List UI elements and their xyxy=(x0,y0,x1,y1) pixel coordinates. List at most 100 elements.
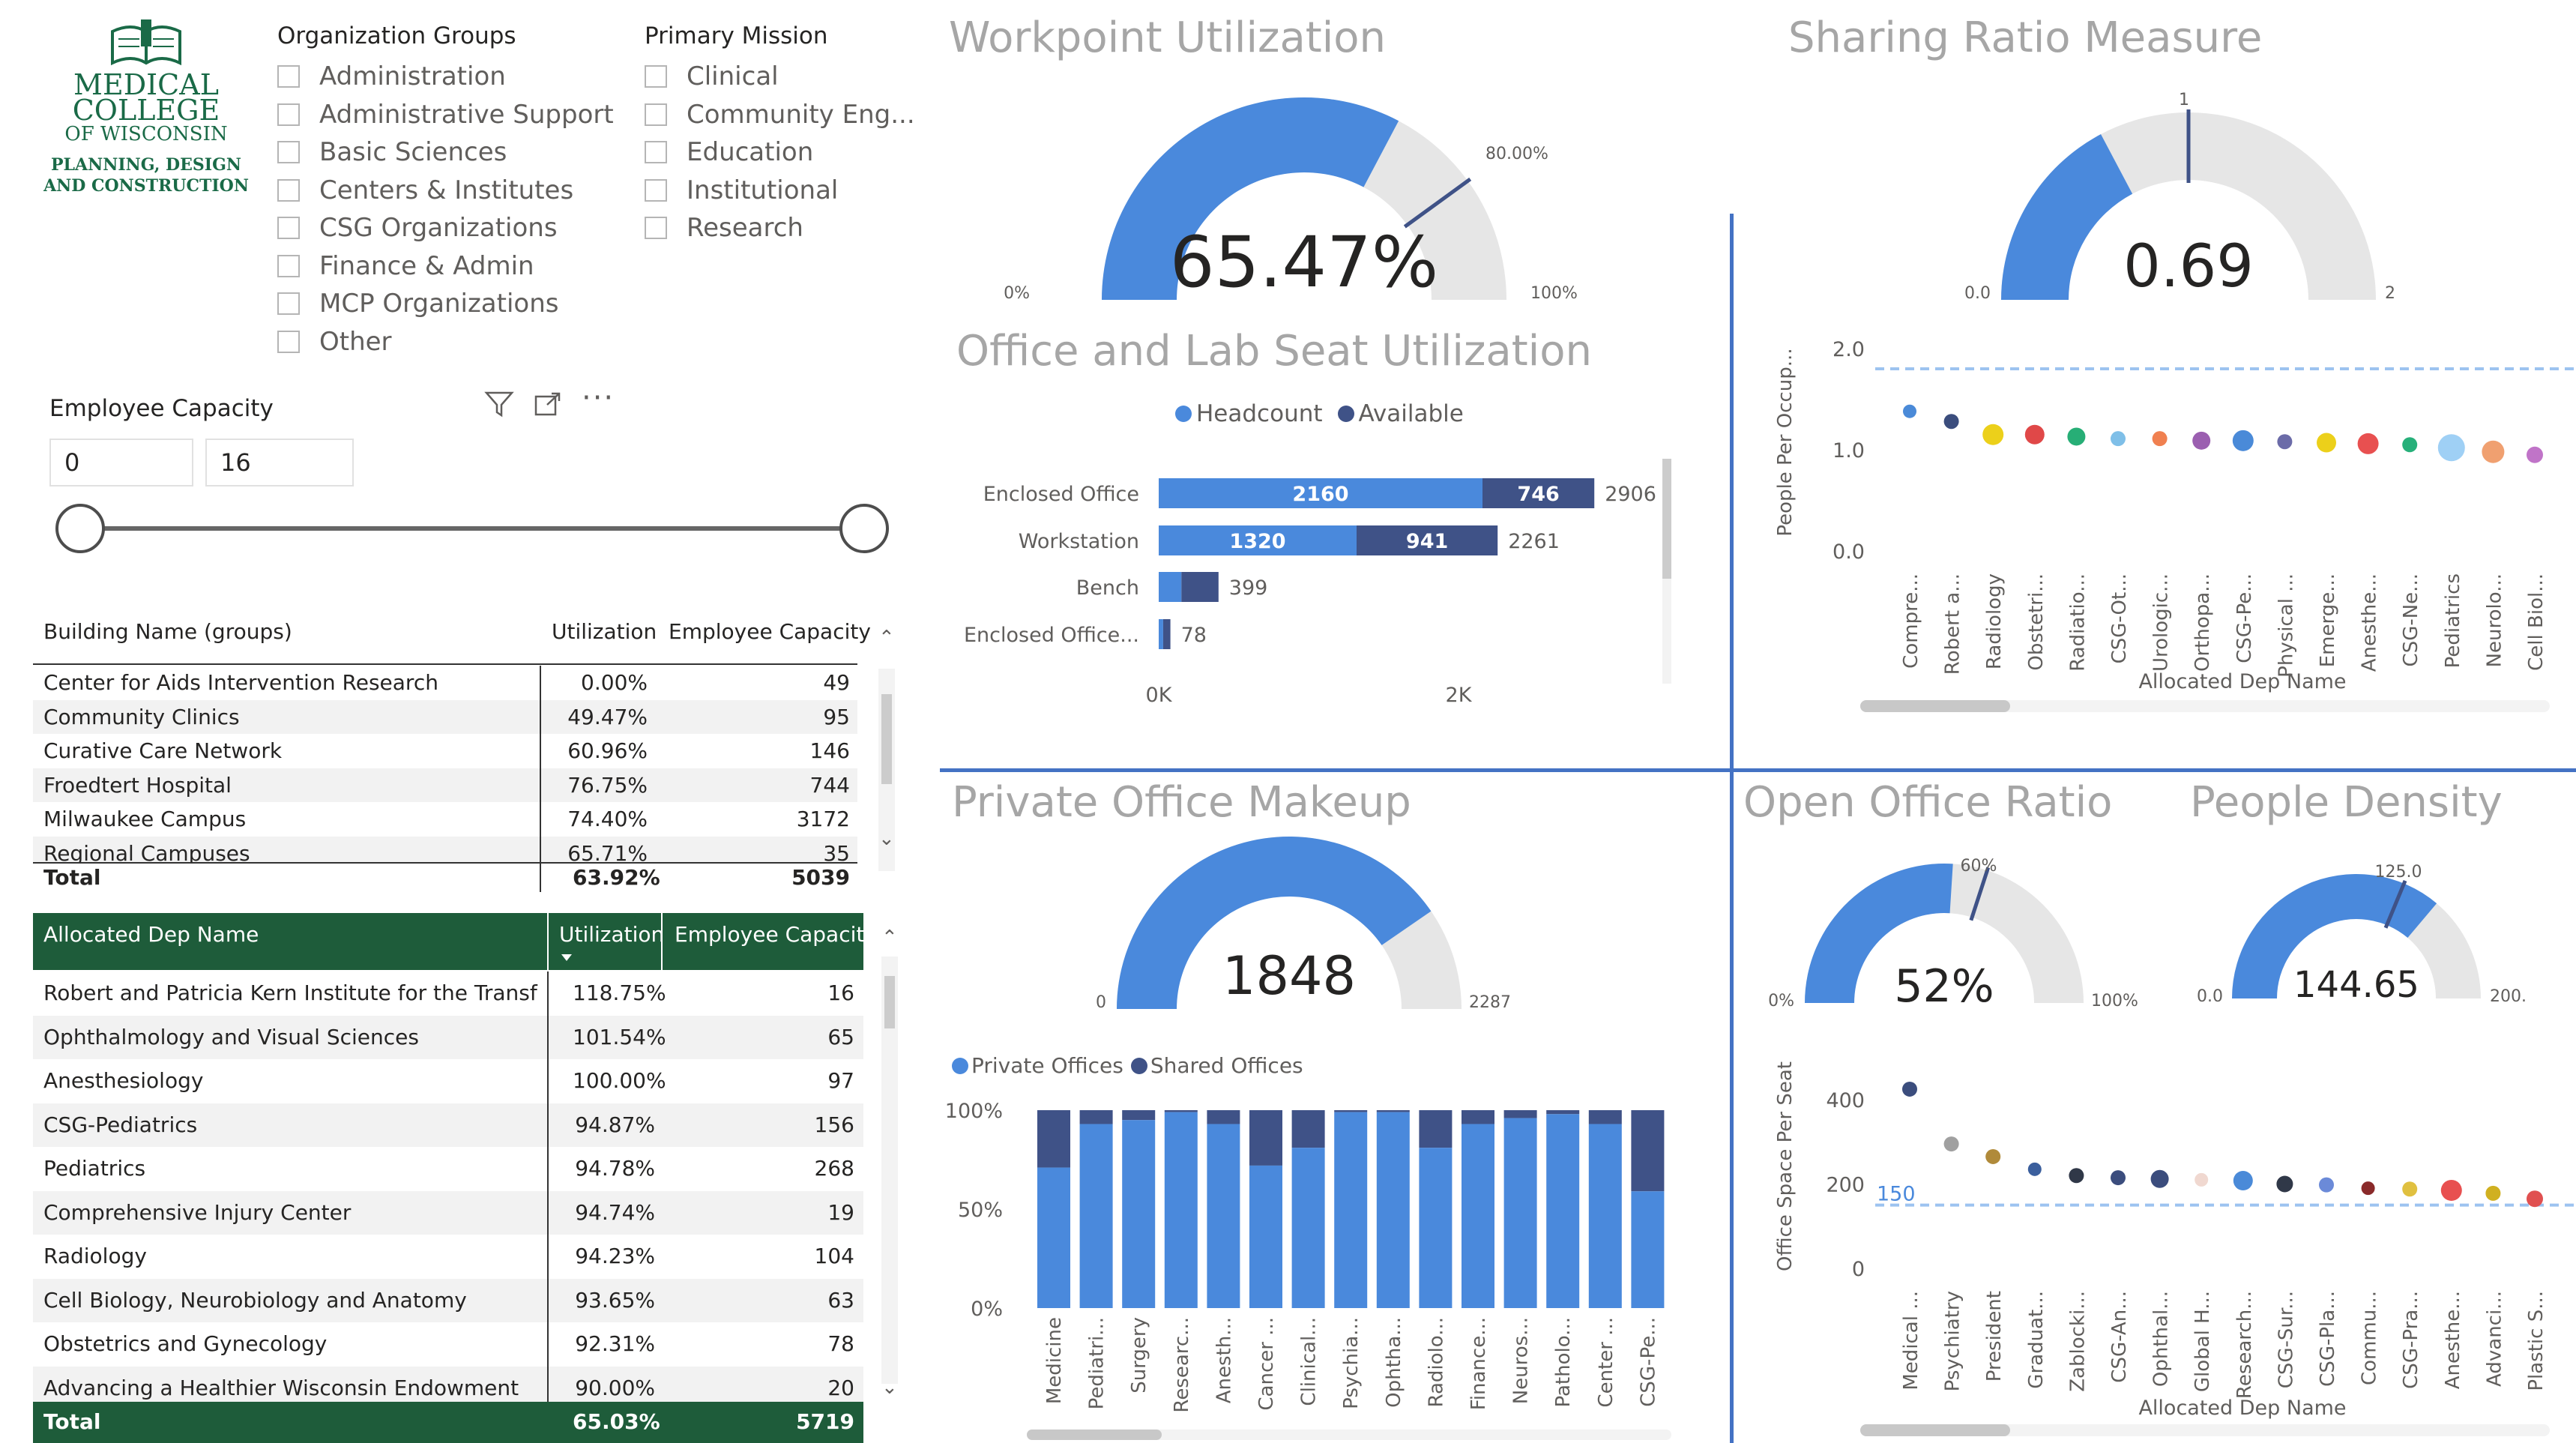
open-office-gauge[interactable]: 52% 0% 100% 60% xyxy=(1761,840,2151,1034)
legend-shared-label[interactable]: Shared Offices xyxy=(1150,1053,1303,1078)
checkbox[interactable] xyxy=(277,254,300,277)
density-scatter[interactable]: Office Space Per Seat 400 200 0 150 Medical .… xyxy=(1769,1049,2576,1443)
private-private-bar[interactable] xyxy=(1334,1112,1368,1308)
private-shared-bar[interactable] xyxy=(1249,1110,1282,1166)
density-point[interactable] xyxy=(2111,1170,2126,1186)
checkbox[interactable] xyxy=(277,330,300,353)
private-shared-bar[interactable] xyxy=(1546,1110,1580,1115)
density-point[interactable] xyxy=(2233,1171,2253,1190)
dep-scroll-down-icon[interactable]: ⌄ xyxy=(881,1376,898,1399)
checkbox[interactable] xyxy=(277,292,300,315)
dep-scroll-up-icon[interactable]: ⌃ xyxy=(881,927,898,949)
dep-row[interactable]: CSG-Pediatrics 94.87% 156 xyxy=(33,1103,863,1147)
dep-row[interactable]: Anesthesiology 100.00% 97 xyxy=(33,1059,863,1103)
private-shared-bar[interactable] xyxy=(1037,1110,1070,1168)
sharing-point[interactable] xyxy=(2527,446,2543,463)
checkbox[interactable] xyxy=(277,217,300,239)
org-group-option[interactable]: Other xyxy=(277,325,392,358)
private-private-bar[interactable] xyxy=(1546,1114,1580,1308)
capacity-min-input[interactable]: 0 xyxy=(49,439,193,486)
density-point[interactable] xyxy=(2361,1181,2375,1196)
private-private-bar[interactable] xyxy=(1462,1124,1494,1308)
building-header-capacity[interactable]: Employee Capacity xyxy=(669,619,871,644)
focus-mode-icon[interactable] xyxy=(534,391,562,418)
private-shared-bar[interactable] xyxy=(1079,1110,1113,1124)
checkbox[interactable] xyxy=(277,65,300,88)
private-shared-bar[interactable] xyxy=(1419,1110,1453,1148)
density-point[interactable] xyxy=(2069,1168,2084,1184)
private-shared-bar[interactable] xyxy=(1207,1110,1240,1124)
private-private-bar[interactable] xyxy=(1376,1112,1410,1308)
checkbox[interactable] xyxy=(645,65,667,88)
dep-header-name[interactable]: Allocated Dep Name xyxy=(43,922,259,947)
private-private-bar[interactable] xyxy=(1164,1112,1198,1308)
sharing-point[interactable] xyxy=(2437,434,2465,462)
private-private-bar[interactable] xyxy=(1419,1148,1453,1308)
sharing-point[interactable] xyxy=(2277,434,2293,450)
private-shared-bar[interactable] xyxy=(1291,1110,1325,1148)
dep-row[interactable]: Comprehensive Injury Center 94.74% 19 xyxy=(33,1190,863,1235)
building-row[interactable]: Regional Campuses 65.71% 35 xyxy=(33,836,857,862)
building-scroll-thumb[interactable] xyxy=(881,694,892,784)
mission-option[interactable]: Institutional xyxy=(645,174,838,207)
capacity-slider-min-handle[interactable] xyxy=(55,504,105,553)
org-group-option[interactable]: Administrative Support xyxy=(277,98,614,131)
sharing-point[interactable] xyxy=(2024,424,2045,445)
mission-option[interactable]: Research xyxy=(645,211,803,244)
sharing-point[interactable] xyxy=(2111,431,2126,447)
dep-header-utilization[interactable]: Utilization xyxy=(559,922,664,947)
dep-scrollbar[interactable] xyxy=(881,957,898,1384)
more-options-icon[interactable]: ··· xyxy=(582,381,615,415)
density-point[interactable] xyxy=(2440,1179,2462,1201)
capacity-slider-track[interactable] xyxy=(79,526,865,531)
legend-available-label[interactable]: Available xyxy=(1359,400,1464,427)
private-private-bar[interactable] xyxy=(1588,1124,1622,1308)
density-scroll-thumb[interactable] xyxy=(1860,1424,2010,1436)
org-group-option[interactable]: Centers & Institutes xyxy=(277,174,573,207)
building-row[interactable]: Community Clinics 49.47% 95 xyxy=(33,699,857,734)
density-point[interactable] xyxy=(2527,1190,2543,1208)
office-lab-scroll-thumb[interactable] xyxy=(1662,459,1671,579)
private-shared-bar[interactable] xyxy=(1631,1110,1665,1192)
private-private-bar[interactable] xyxy=(1503,1118,1537,1308)
checkbox[interactable] xyxy=(277,141,300,163)
density-point[interactable] xyxy=(2485,1185,2501,1201)
building-row[interactable]: Curative Care Network 60.96% 146 xyxy=(33,734,857,768)
private-scroll-thumb[interactable] xyxy=(1027,1430,1162,1440)
checkbox[interactable] xyxy=(645,141,667,163)
org-group-option[interactable]: Basic Sciences xyxy=(277,136,507,169)
density-point[interactable] xyxy=(2195,1172,2209,1187)
density-point[interactable] xyxy=(2319,1177,2334,1193)
checkbox[interactable] xyxy=(645,217,667,239)
sharing-point[interactable] xyxy=(2357,433,2379,454)
dep-row[interactable]: Ophthalmology and Visual Sciences 101.54%… xyxy=(33,1015,863,1059)
checkbox[interactable] xyxy=(277,103,300,126)
office-lab-chart[interactable]: Enclosed Office 2160 746 2906 Workstation 132… xyxy=(952,450,1671,720)
sharing-point[interactable] xyxy=(2232,430,2254,451)
private-private-bar[interactable] xyxy=(1037,1167,1070,1308)
private-private-bar[interactable] xyxy=(1291,1148,1325,1308)
density-point[interactable] xyxy=(1902,1081,1917,1097)
private-shared-bar[interactable] xyxy=(1462,1110,1494,1124)
private-private-bar[interactable] xyxy=(1207,1124,1240,1308)
sort-descending-icon[interactable] xyxy=(561,954,573,962)
private-office-gauge[interactable]: 1848 0 2287 xyxy=(1079,817,1514,1027)
mission-option[interactable]: Education xyxy=(645,136,813,169)
building-scroll-down-icon[interactable]: ⌄ xyxy=(878,828,895,850)
private-private-bar[interactable] xyxy=(1631,1191,1665,1308)
sharing-point[interactable] xyxy=(2152,431,2168,447)
sharing-point[interactable] xyxy=(2317,433,2336,453)
checkbox[interactable] xyxy=(277,178,300,202)
dep-scroll-thumb[interactable] xyxy=(884,976,895,1028)
dep-row[interactable]: Pediatrics 94.78% 268 xyxy=(33,1147,863,1191)
dep-row[interactable]: Robert and Patricia Kern Institute for t… xyxy=(33,971,863,1016)
org-group-option[interactable]: MCP Organizations xyxy=(277,287,558,320)
sharing-point[interactable] xyxy=(2402,437,2418,453)
people-density-gauge[interactable]: 144.65 0.0 200.0 125.0 xyxy=(2181,847,2526,1034)
org-group-option[interactable]: Administration xyxy=(277,60,506,93)
sharing-scatter[interactable]: People Per Occup... 2.0 1.0 0.0 Compre... Rob… xyxy=(1769,322,2576,727)
mission-option[interactable]: Community Eng... xyxy=(645,98,915,131)
private-shared-bar[interactable] xyxy=(1503,1110,1537,1118)
sharing-point[interactable] xyxy=(1943,414,1959,430)
org-group-option[interactable]: Finance & Admin xyxy=(277,250,534,283)
